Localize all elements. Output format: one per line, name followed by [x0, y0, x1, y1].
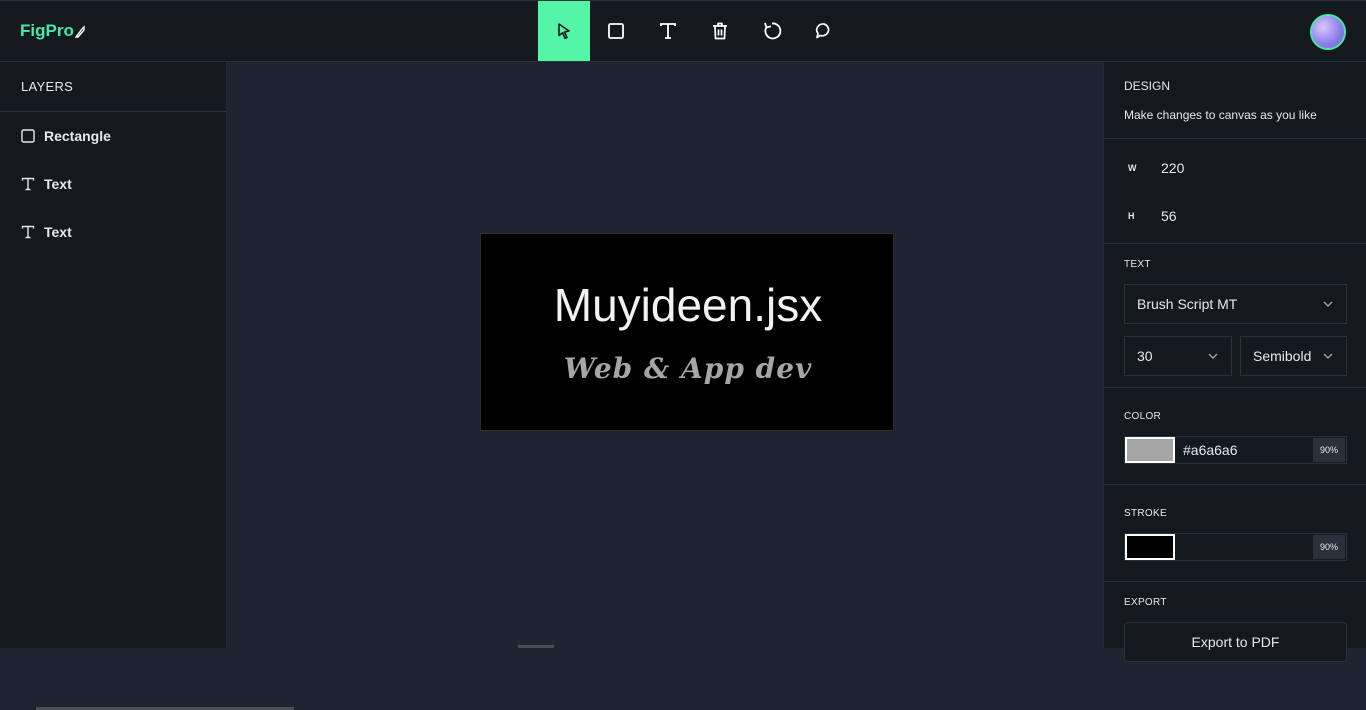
color-section: COLOR #a6a6a6 90% [1104, 388, 1366, 485]
export-section: EXPORT Export to PDF [1104, 582, 1366, 662]
layer-label: Text [44, 176, 72, 192]
chevron-down-icon [1208, 353, 1218, 359]
stroke-opacity[interactable]: 90% [1313, 535, 1345, 559]
text-section: TEXT Brush Script MT 30 Semibold [1104, 244, 1366, 388]
stroke-color-swatch[interactable] [1125, 534, 1175, 560]
color-section-title: COLOR [1124, 411, 1162, 422]
comment-icon [815, 23, 830, 39]
stroke-color-row[interactable]: 90% [1124, 533, 1347, 561]
layer-label: Rectangle [44, 128, 111, 144]
width-label: W [1128, 163, 1137, 173]
layers-panel: LAYERS Rectangle Text Text [0, 62, 294, 710]
fill-color-row[interactable]: #a6a6a6 90% [1124, 436, 1347, 464]
canvas-subtitle-text[interactable]: Web & App dev [481, 352, 895, 385]
trash-icon [713, 22, 727, 40]
design-panel: DESIGN Make changes to canvas as you lik… [1103, 62, 1366, 662]
font-family-value: Brush Script MT [1137, 296, 1238, 312]
canvas-area[interactable]: Muyideen.jsx Web & App dev [228, 62, 1102, 648]
canvas-title-text[interactable]: Muyideen.jsx [481, 278, 895, 332]
font-size-value: 30 [1137, 348, 1153, 364]
height-row: H 56 [1128, 208, 1177, 224]
text-icon [21, 225, 35, 239]
font-weight-value: Semibold [1253, 348, 1312, 364]
user-avatar[interactable] [1310, 14, 1346, 50]
comment-tool-button[interactable] [798, 1, 850, 61]
cursor-icon [558, 23, 570, 40]
font-size-select[interactable]: 30 [1124, 336, 1232, 376]
fill-opacity[interactable]: 90% [1313, 438, 1345, 462]
stroke-section: STROKE 90% [1104, 485, 1366, 582]
square-icon [21, 129, 35, 143]
chevron-down-icon [1323, 301, 1333, 307]
tool-group [538, 1, 850, 61]
layer-label: Text [44, 224, 72, 240]
width-row: W 220 [1128, 160, 1184, 176]
layer-item-text[interactable]: Text [0, 160, 226, 208]
height-input[interactable]: 56 [1161, 208, 1177, 224]
delete-tool-button[interactable] [694, 1, 746, 61]
select-tool-button[interactable] [538, 1, 590, 61]
font-family-select[interactable]: Brush Script MT [1124, 284, 1347, 324]
stroke-section-title: STROKE [1124, 508, 1167, 519]
chevron-down-icon [1323, 353, 1333, 359]
layer-item-rectangle[interactable]: Rectangle [0, 112, 226, 160]
width-input[interactable]: 220 [1161, 160, 1184, 176]
rectangle-tool-button[interactable] [590, 1, 642, 61]
fill-color-hex[interactable]: #a6a6a6 [1183, 442, 1313, 458]
top-toolbar: FigPro [0, 0, 1366, 62]
dimensions-section: W 220 H 56 [1104, 139, 1366, 244]
export-pdf-button[interactable]: Export to PDF [1124, 622, 1347, 662]
text-section-title: TEXT [1124, 259, 1151, 270]
design-description: Make changes to canvas as you like [1124, 108, 1317, 122]
height-label: H [1128, 211, 1135, 221]
text-icon [21, 177, 35, 191]
layer-item-text[interactable]: Text [0, 208, 226, 256]
design-section: DESIGN Make changes to canvas as you lik… [1104, 62, 1366, 139]
app-logo[interactable]: FigPro [20, 21, 85, 41]
reset-tool-button[interactable] [746, 1, 798, 61]
fill-color-swatch[interactable] [1125, 437, 1175, 463]
logo-pen-icon [74, 24, 85, 38]
text-icon [660, 23, 676, 39]
logo-text: FigPro [20, 21, 74, 40]
text-tool-button[interactable] [642, 1, 694, 61]
reset-icon [764, 22, 782, 40]
font-weight-select[interactable]: Semibold [1240, 336, 1347, 376]
design-title: DESIGN [1124, 79, 1171, 93]
export-section-title: EXPORT [1124, 597, 1167, 608]
square-icon [608, 23, 624, 39]
layers-header: LAYERS [0, 62, 226, 112]
canvas-rectangle[interactable]: Muyideen.jsx Web & App dev [480, 233, 894, 431]
